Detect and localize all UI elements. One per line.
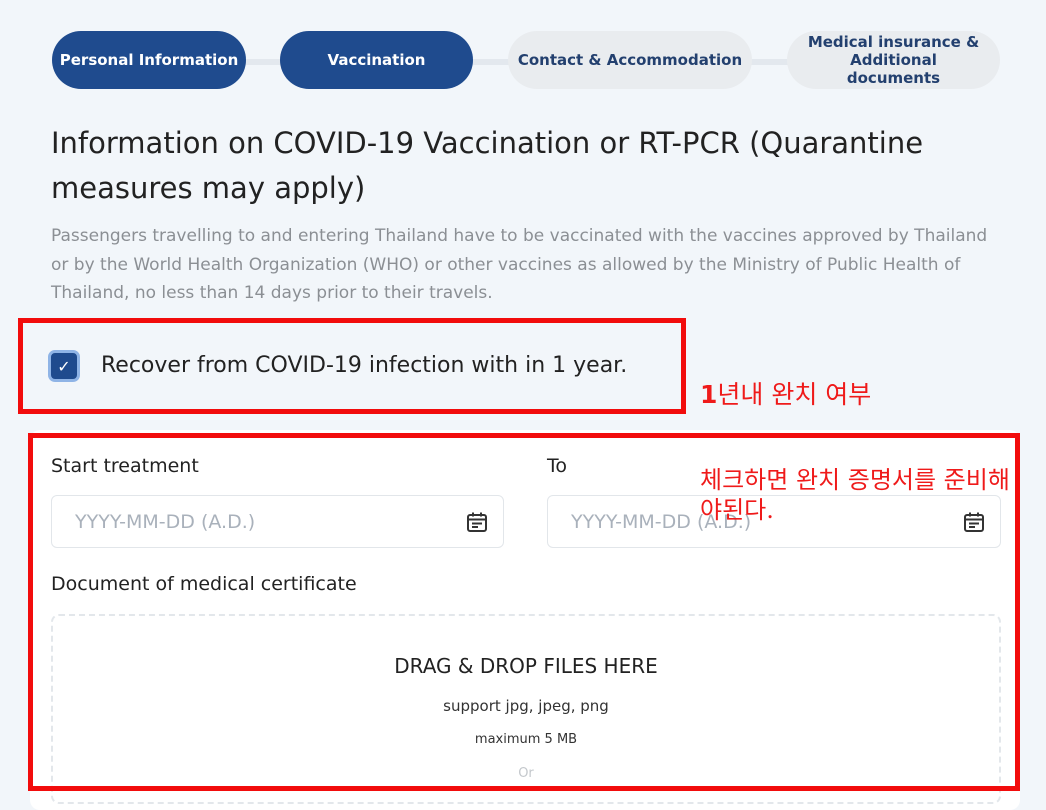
section-title: Information on COVID-19 Vaccination or R…	[51, 126, 924, 205]
progress-stepper: Personal Information Vaccination Contact…	[0, 0, 1046, 110]
annotation-note-2: 체크하면 완치 증명서를 준비해야된다.	[700, 466, 1010, 524]
step-medical-insurance[interactable]: Medical insurance & Additional documents	[787, 31, 1000, 89]
annotation-note-1-number: 1	[700, 380, 718, 409]
annotation-box-checkbox	[18, 318, 686, 414]
annotation-note-1: 1년내 완치 여부	[700, 375, 871, 411]
section-description: Passengers travelling to and entering Th…	[51, 226, 988, 303]
annotation-note-1-text: 년내 완치 여부	[717, 380, 872, 409]
step-personal-information[interactable]: Personal Information	[52, 31, 246, 89]
step-contact-accommodation[interactable]: Contact & Accommodation	[508, 31, 752, 89]
step-vaccination[interactable]: Vaccination	[280, 31, 473, 89]
